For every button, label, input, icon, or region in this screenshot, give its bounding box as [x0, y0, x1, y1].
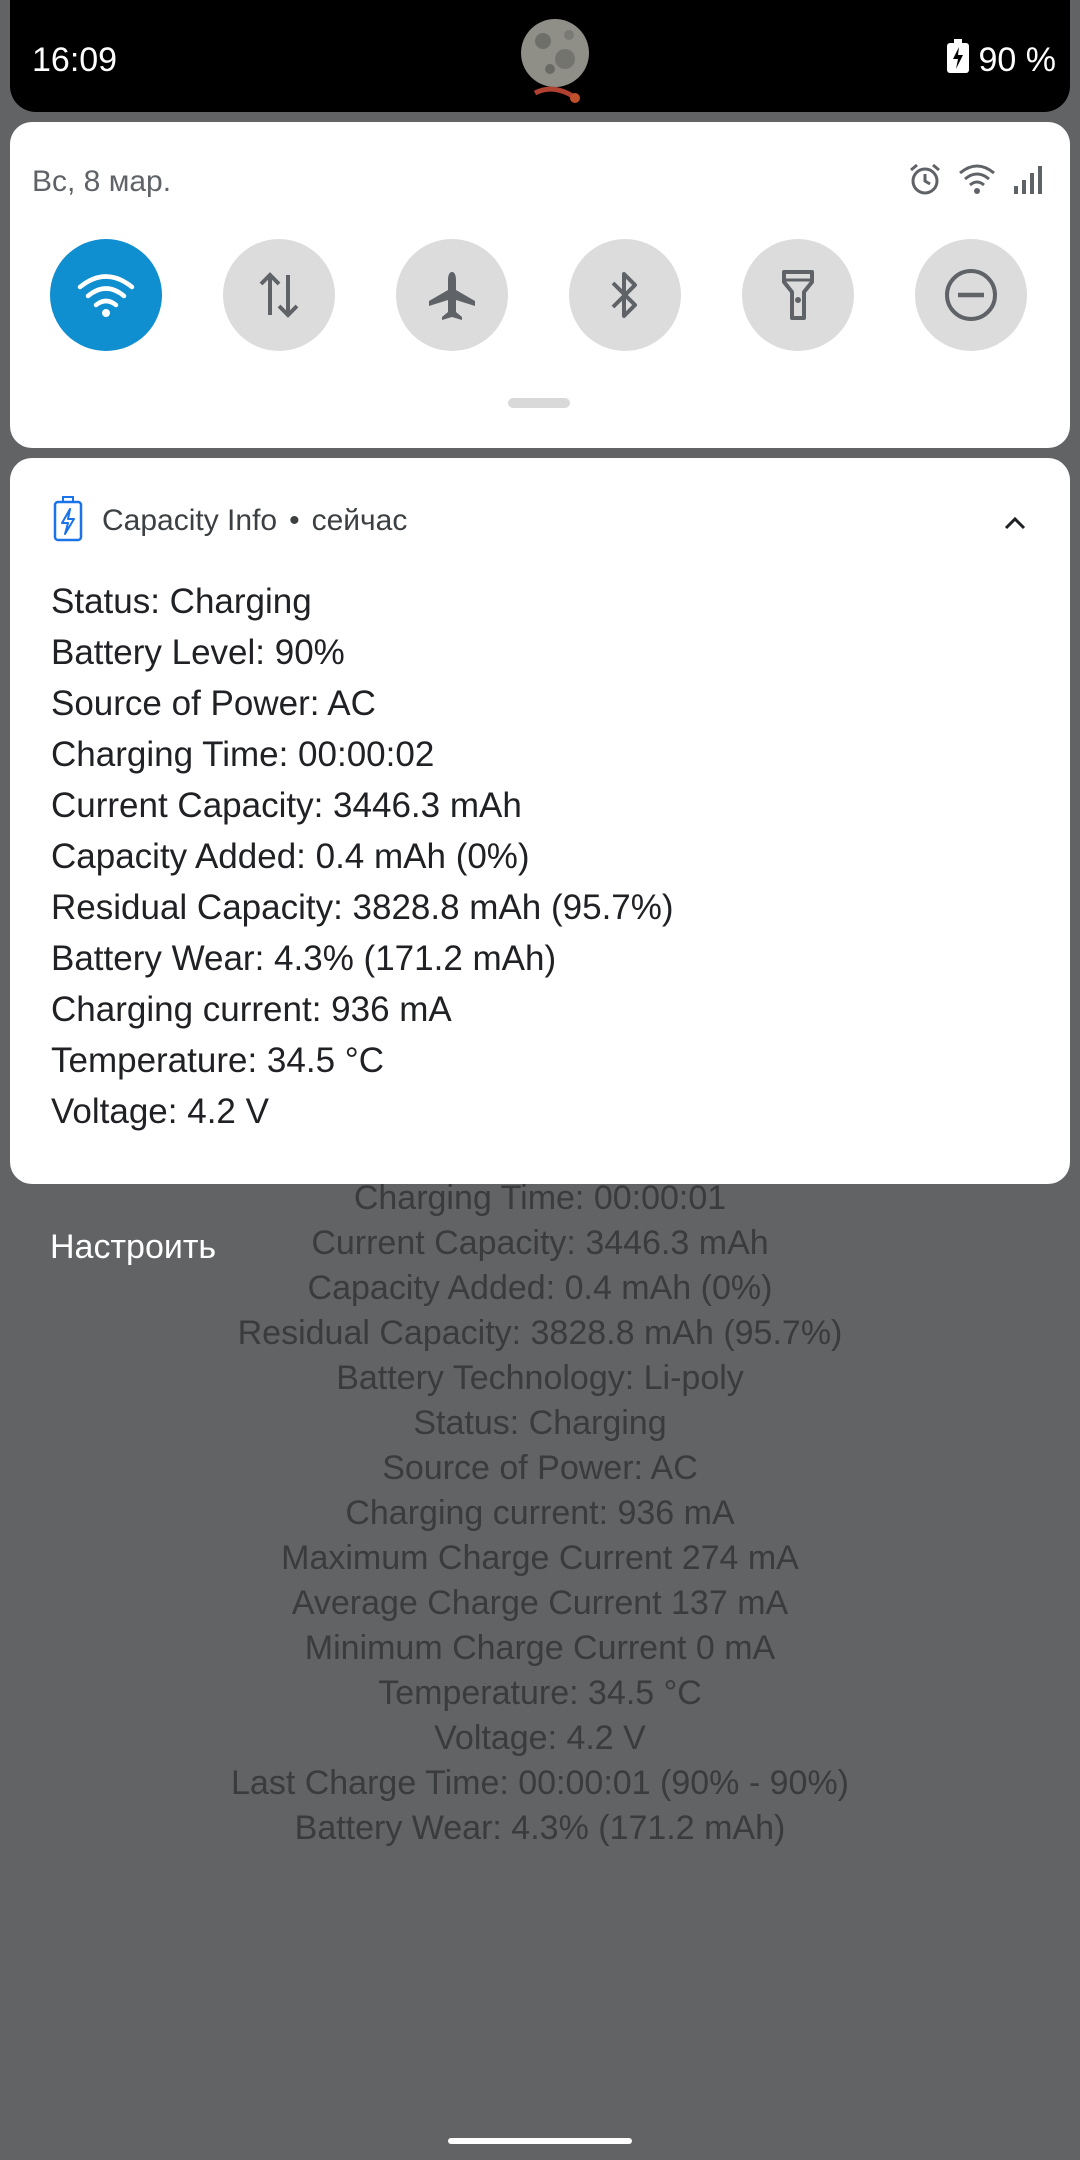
- qs-drag-handle[interactable]: [508, 398, 570, 408]
- wifi-icon: [77, 274, 135, 317]
- notification-line: Battery Level: 90%: [51, 633, 345, 672]
- notification-line: Temperature: 34.5 °C: [51, 1041, 385, 1080]
- notification-app-name: Capacity Info: [102, 504, 278, 537]
- background-line: Battery Technology: Li-poly: [336, 1359, 744, 1397]
- battery-charging-icon: [52, 495, 84, 547]
- qs-date: Вс, 8 мар.: [32, 165, 172, 198]
- notification-line: Status: Charging: [51, 582, 312, 621]
- airplane-mode-tile[interactable]: [396, 239, 508, 351]
- notification-line: Battery Wear: 4.3% (171.2 mAh): [51, 939, 557, 978]
- bluetooth-icon: [611, 272, 637, 318]
- notification-line: Current Capacity: 3446.3 mAh: [51, 786, 522, 825]
- airplane-icon: [429, 272, 475, 320]
- mobile-data-tile[interactable]: [223, 239, 335, 351]
- do-not-disturb-tile[interactable]: [915, 239, 1027, 351]
- background-line: Last Charge Time: 00:00:01 (90% - 90%): [231, 1764, 849, 1802]
- flashlight-icon: [782, 270, 814, 320]
- notification-line: Capacity Added: 0.4 mAh (0%): [51, 837, 530, 876]
- bluetooth-tile[interactable]: [569, 239, 681, 351]
- wifi-tile[interactable]: [50, 239, 162, 351]
- gesture-nav-bar[interactable]: [448, 2138, 632, 2144]
- status-bar: 16:09 90 %: [10, 0, 1070, 112]
- notification-line: Residual Capacity: 3828.8 mAh (95.7%): [51, 888, 674, 927]
- background-line: Voltage: 4.2 V: [434, 1719, 646, 1757]
- flashlight-tile[interactable]: [742, 239, 854, 351]
- background-line: Capacity Added: 0.4 mAh (0%): [307, 1269, 773, 1307]
- cell-signal-icon: [1012, 164, 1042, 199]
- notification-line: Voltage: 4.2 V: [51, 1092, 269, 1131]
- background-line: Average Charge Current 137 mA: [291, 1584, 789, 1622]
- capacity-info-notification[interactable]: Capacity Info • сейчас Status: Charging …: [10, 458, 1070, 1184]
- notification-line: Charging current: 936 mA: [51, 990, 452, 1029]
- background-line: Status: Charging: [413, 1404, 667, 1442]
- notification-body: Status: Charging Battery Level: 90% Sour…: [51, 576, 674, 1137]
- background-line: Maximum Charge Current 274 mA: [281, 1539, 799, 1577]
- qs-header-icons: [908, 162, 1042, 201]
- background-line: Minimum Charge Current 0 mA: [304, 1629, 776, 1667]
- quick-settings-panel: Вс, 8 мар.: [10, 122, 1070, 448]
- wifi-icon: [958, 163, 996, 200]
- configure-button[interactable]: Настроить: [50, 1224, 216, 1270]
- wallpaper-moon-image: [465, 0, 645, 112]
- do-not-disturb-icon: [945, 269, 997, 321]
- background-line: Residual Capacity: 3828.8 mAh (95.7%): [237, 1314, 843, 1352]
- notification-line: Source of Power: AC: [51, 684, 376, 723]
- mobile-data-icon: [259, 272, 299, 318]
- notification-line: Charging Time: 00:00:02: [51, 735, 435, 774]
- status-time: 16:09: [32, 41, 118, 79]
- notification-separator: •: [289, 504, 300, 537]
- background-line: Battery Wear: 4.3% (171.2 mAh): [294, 1809, 786, 1847]
- background-line: Source of Power: AC: [382, 1449, 698, 1487]
- status-right-group: 90 %: [946, 38, 1057, 82]
- background-line: Charging current: 936 mA: [345, 1494, 735, 1532]
- charging-battery-icon: [946, 38, 969, 82]
- notification-time: сейчас: [311, 504, 408, 537]
- battery-percent: 90 %: [978, 40, 1057, 79]
- collapse-chevron-icon[interactable]: [1000, 508, 1030, 538]
- background-app-list: Charging Time: 00:00:01 Current Capacity…: [0, 1176, 1080, 1851]
- alarm-icon: [908, 162, 942, 201]
- notification-header: Capacity Info • сейчас: [52, 495, 408, 547]
- background-line: Temperature: 34.5 °C: [378, 1674, 702, 1712]
